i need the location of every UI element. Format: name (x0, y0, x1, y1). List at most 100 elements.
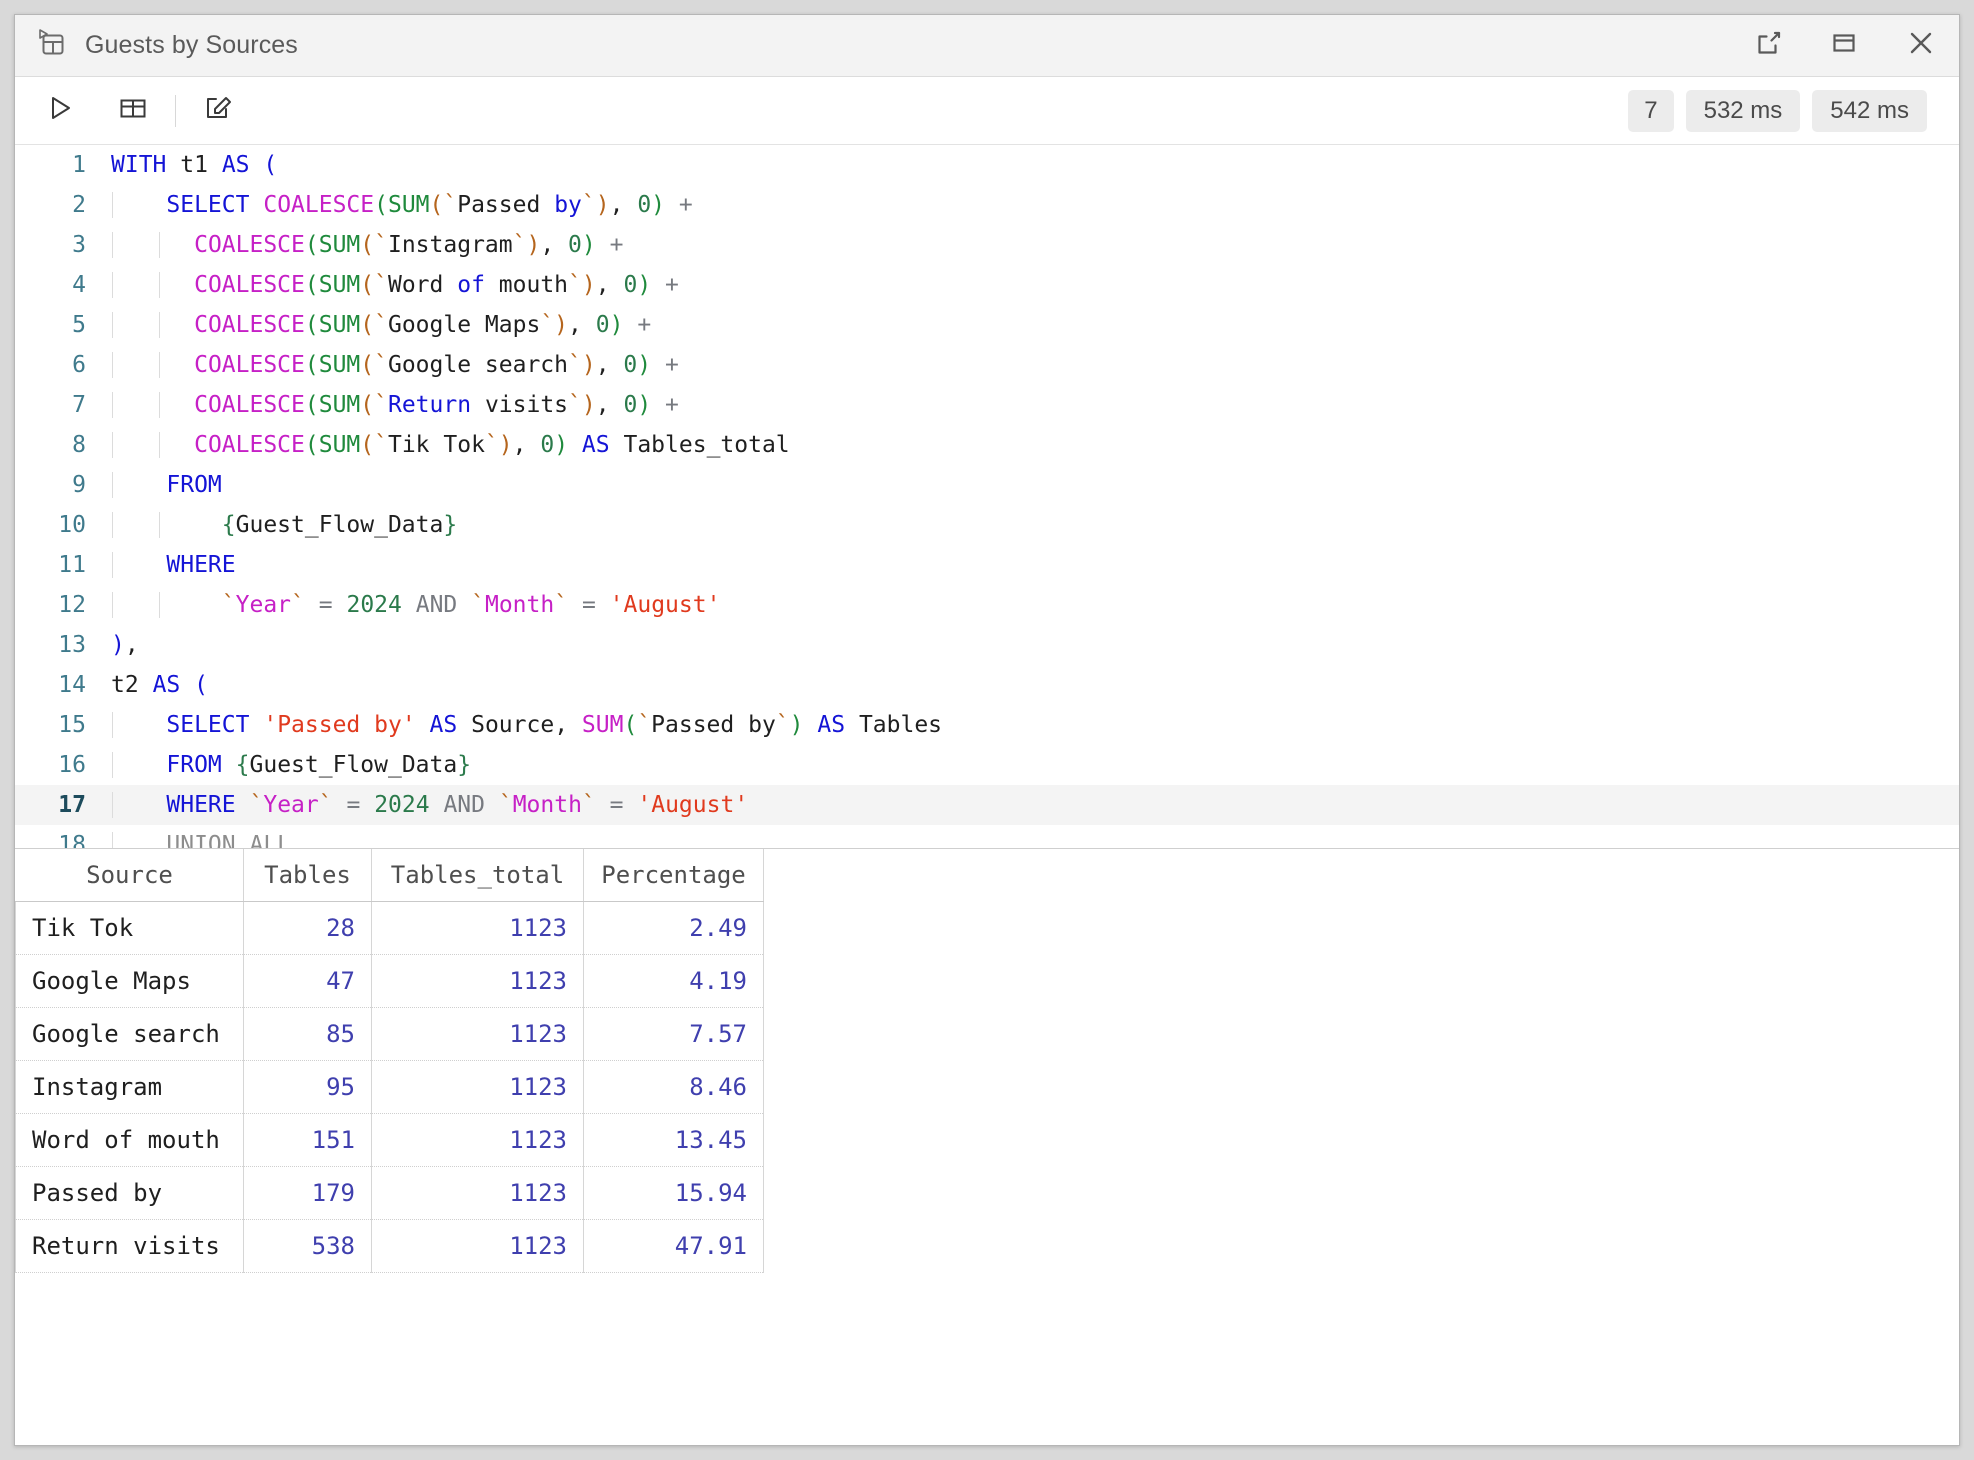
line-number: 13 (58, 632, 86, 658)
line-number: 5 (72, 312, 86, 338)
code-line[interactable]: 16 FROM {Guest_Flow_Data} (15, 745, 1959, 785)
cell-source: Instagram (15, 1060, 244, 1114)
code-line[interactable]: 12 `Year` = 2024 AND `Month` = 'August' (15, 585, 1959, 625)
code-line[interactable]: 7 COALESCE(SUM(`Return visits`), 0) + (15, 385, 1959, 425)
cell-percentage: 15.94 (583, 1166, 764, 1220)
code-text: COALESCE(SUM(`Word of mouth`), 0) + (103, 272, 1959, 298)
code-text: SELECT COALESCE(SUM(`Passed by`), 0) + (103, 192, 1959, 218)
line-number: 3 (72, 232, 86, 258)
code-text: WHERE (103, 552, 1959, 578)
code-text: WHERE `Year` = 2024 AND `Month` = 'Augus… (103, 792, 1959, 818)
cell-source: Return visits (15, 1219, 244, 1273)
line-number: 10 (58, 512, 86, 538)
edit-query-icon[interactable] (202, 93, 234, 128)
toolbar-actions (45, 93, 149, 128)
code-line[interactable]: 6 COALESCE(SUM(`Google search`), 0) + (15, 345, 1959, 385)
line-number: 15 (58, 712, 86, 738)
restore-window-icon[interactable] (1829, 28, 1859, 63)
run-query-icon[interactable] (45, 93, 75, 128)
cell-tables-total: 1123 (371, 954, 584, 1008)
total-time-badge: 542 ms (1812, 89, 1927, 132)
cell-tables-total: 1123 (371, 1219, 584, 1273)
cell-tables-total: 1123 (371, 1060, 584, 1114)
table-row[interactable]: Word of mouth 151 1123 13.45 (15, 1113, 764, 1167)
column-header-percentage[interactable]: Percentage (583, 849, 764, 902)
table-row[interactable]: Google Maps 47 1123 4.19 (15, 954, 764, 1008)
title-bar: Guests by Sources (15, 15, 1959, 77)
code-text: COALESCE(SUM(`Tik Tok`), 0) AS Tables_to… (103, 432, 1959, 458)
close-icon[interactable] (1905, 27, 1937, 64)
column-header-source[interactable]: Source (15, 849, 244, 902)
table-run-icon (37, 28, 67, 63)
code-line[interactable]: 4 COALESCE(SUM(`Word of mouth`), 0) + (15, 265, 1959, 305)
cell-source: Word of mouth (15, 1113, 244, 1167)
cell-tables: 179 (243, 1166, 372, 1220)
table-row[interactable]: Return visits 538 1123 47.91 (15, 1219, 764, 1273)
results-table-body: Tik Tok 28 1123 2.49 Google Maps 47 1123… (15, 901, 764, 1273)
column-header-tables[interactable]: Tables (243, 849, 372, 902)
code-line[interactable]: 9 FROM (15, 465, 1959, 505)
table-row[interactable]: Instagram 95 1123 8.46 (15, 1060, 764, 1114)
line-number: 11 (58, 552, 86, 578)
cell-source: Google Maps (15, 954, 244, 1008)
cell-source: Tik Tok (15, 901, 244, 955)
line-number: 18 (58, 832, 86, 849)
cell-tables: 28 (243, 901, 372, 955)
code-line[interactable]: 14 t2 AS ( (15, 665, 1959, 705)
cell-percentage: 7.57 (583, 1007, 764, 1061)
code-line[interactable]: 1 WITH t1 AS ( (15, 145, 1959, 185)
open-external-icon[interactable] (1753, 28, 1783, 63)
code-text: COALESCE(SUM(`Return visits`), 0) + (103, 392, 1959, 418)
query-results-panel: Source Tables Tables_total Percentage Ti… (15, 849, 1959, 1445)
toolbar-divider (175, 94, 176, 127)
code-line[interactable]: 11 WHERE (15, 545, 1959, 585)
cell-tables: 47 (243, 954, 372, 1008)
code-text: ), (111, 632, 139, 658)
results-table: Source Tables Tables_total Percentage Ti… (15, 849, 764, 1273)
query-editor-window: Guests by Sources 7 532 ms 542 ms 1 WITH… (14, 14, 1960, 1446)
line-number: 16 (58, 752, 86, 778)
code-line[interactable]: 8 COALESCE(SUM(`Tik Tok`), 0) AS Tables_… (15, 425, 1959, 465)
code-line[interactable]: 15 SELECT 'Passed by' AS Source, SUM(`Pa… (15, 705, 1959, 745)
table-row[interactable]: Google search 85 1123 7.57 (15, 1007, 764, 1061)
title-bar-left: Guests by Sources (37, 28, 298, 63)
line-number: 7 (72, 392, 86, 418)
code-line[interactable]: 18 UNION ALL (15, 825, 1959, 849)
sql-code-editor[interactable]: 1 WITH t1 AS ( 2 SELECT COALESCE(SUM(`Pas… (15, 145, 1959, 849)
line-number: 2 (72, 192, 86, 218)
code-line[interactable]: 2 SELECT COALESCE(SUM(`Passed by`), 0) + (15, 185, 1959, 225)
line-number: 14 (58, 672, 86, 698)
cell-tables: 151 (243, 1113, 372, 1167)
code-text: SELECT 'Passed by' AS Source, SUM(`Passe… (103, 712, 1959, 738)
code-line[interactable]: 5 COALESCE(SUM(`Google Maps`), 0) + (15, 305, 1959, 345)
code-text: COALESCE(SUM(`Google Maps`), 0) + (103, 312, 1959, 338)
column-header-tables-total[interactable]: Tables_total (371, 849, 584, 902)
cell-percentage: 47.91 (583, 1219, 764, 1273)
code-text: FROM (103, 472, 1959, 498)
code-line-active[interactable]: 17 WHERE `Year` = 2024 AND `Month` = 'Au… (15, 785, 1959, 825)
table-view-icon[interactable] (117, 93, 149, 128)
code-text: `Year` = 2024 AND `Month` = 'August' (103, 592, 1959, 618)
table-row[interactable]: Tik Tok 28 1123 2.49 (15, 901, 764, 955)
row-count-badge: 7 (1628, 89, 1674, 132)
line-number: 12 (58, 592, 86, 618)
window-title: Guests by Sources (85, 31, 298, 59)
results-table-head: Source Tables Tables_total Percentage (15, 849, 764, 902)
cell-tables: 95 (243, 1060, 372, 1114)
cell-source: Passed by (15, 1166, 244, 1220)
code-text: UNION ALL (103, 832, 1959, 848)
code-line[interactable]: 3 COALESCE(SUM(`Instagram`), 0) + (15, 225, 1959, 265)
editor-toolbar: 7 532 ms 542 ms (15, 77, 1959, 145)
line-number: 4 (72, 272, 86, 298)
cell-tables: 85 (243, 1007, 372, 1061)
code-line[interactable]: 10 {Guest_Flow_Data} (15, 505, 1959, 545)
code-text: FROM {Guest_Flow_Data} (103, 752, 1959, 778)
line-number: 9 (72, 472, 86, 498)
table-row[interactable]: Passed by 179 1123 15.94 (15, 1166, 764, 1220)
cell-percentage: 4.19 (583, 954, 764, 1008)
cell-tables-total: 1123 (371, 1113, 584, 1167)
query-stats: 7 532 ms 542 ms (1628, 89, 1937, 132)
query-time-badge: 532 ms (1685, 89, 1801, 132)
line-number: 6 (72, 352, 86, 378)
code-line[interactable]: 13), (15, 625, 1959, 665)
